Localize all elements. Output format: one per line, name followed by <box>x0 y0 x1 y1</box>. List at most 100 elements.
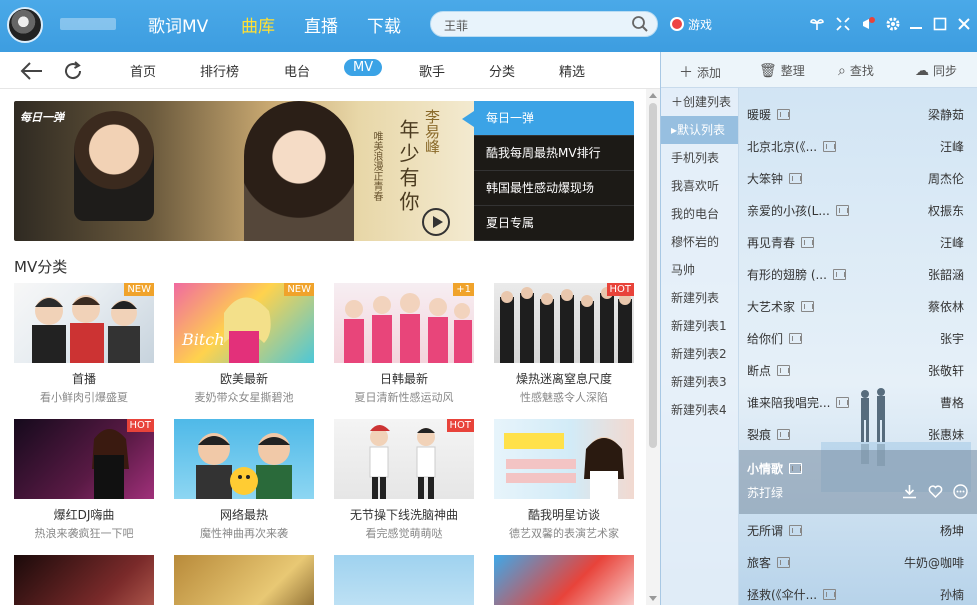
song-row[interactable]: 旅客 牛奶@咖啡 <box>739 546 977 578</box>
mv-card-title[interactable]: 网络最热 <box>174 506 314 523</box>
mv-card-title[interactable]: 燥热迷离窒息尺度 <box>494 370 634 387</box>
skin-icon[interactable] <box>808 15 826 33</box>
playlist-item-default[interactable]: ▸默认列表 <box>661 116 738 144</box>
mv-icon[interactable] <box>777 429 791 440</box>
playlist-item-custom[interactable]: 穆怀岩的 <box>661 228 738 256</box>
playlist-item-custom[interactable]: 新建列表2 <box>661 340 738 368</box>
banner-item-summer[interactable]: 夏日专属 <box>474 206 634 241</box>
mv-card[interactable] <box>334 555 474 605</box>
banner-play-icon[interactable] <box>422 208 450 236</box>
download-icon[interactable] <box>902 485 917 503</box>
mv-card-title[interactable]: 爆红DJ嗨曲 <box>14 506 154 523</box>
mv-thumbnail[interactable] <box>174 419 314 499</box>
mv-icon[interactable] <box>832 269 846 280</box>
banner-image[interactable]: 每日一弹 唯美浪漫正青春 年少有你 李易峰 <box>14 101 474 241</box>
scroll-up-icon[interactable] <box>649 93 657 98</box>
mv-card[interactable]: +1 日韩最新 夏日清新性感运动风 <box>334 283 474 405</box>
settings-gear-icon[interactable] <box>884 15 902 33</box>
playlist-item-custom[interactable]: 马帅 <box>661 256 738 284</box>
search-icon[interactable] <box>631 15 649 36</box>
mv-icon[interactable] <box>777 109 791 120</box>
mv-thumbnail[interactable] <box>334 555 474 605</box>
playlist-item-custom[interactable]: 新建列表1 <box>661 312 738 340</box>
song-row[interactable]: 断点 张敬轩 <box>739 354 977 386</box>
banner-item-daily[interactable]: 每日一弹 <box>462 101 634 136</box>
scroll-down-icon[interactable] <box>649 596 657 601</box>
banner-item-korea[interactable]: 韩国最性感动爆现场 <box>474 171 634 206</box>
mv-icon[interactable] <box>777 365 791 376</box>
mv-card-title[interactable]: 日韩最新 <box>334 370 474 387</box>
mv-thumbnail[interactable]: +1 <box>334 283 474 363</box>
mv-icon[interactable] <box>823 141 837 152</box>
content-scrollbar[interactable] <box>646 89 660 605</box>
mv-card[interactable]: 酷我明星访谈 德艺双馨的表演艺术家 <box>494 419 634 541</box>
tab-home[interactable]: 首页 <box>130 61 156 80</box>
mv-icon[interactable] <box>801 301 815 312</box>
mv-thumbnail[interactable] <box>174 555 314 605</box>
tab-radio[interactable]: 电台 <box>284 61 310 80</box>
mv-thumbnail[interactable]: NEW <box>14 283 154 363</box>
playlist-item-phone[interactable]: 手机列表 <box>661 144 738 172</box>
mv-icon[interactable] <box>801 237 815 248</box>
mini-mode-icon[interactable] <box>834 15 852 33</box>
mv-card-title[interactable]: 欧美最新 <box>174 370 314 387</box>
song-row[interactable]: 暖暖 梁静茹 <box>739 98 977 130</box>
add-button[interactable]: ＋ 添加 <box>679 62 721 82</box>
more-icon[interactable] <box>953 484 968 503</box>
nav-download[interactable]: 下载 <box>367 12 401 37</box>
close-icon[interactable] <box>955 15 973 33</box>
game-button[interactable]: 游戏 <box>670 16 712 33</box>
mv-card-title[interactable]: 首播 <box>14 370 154 387</box>
tab-charts[interactable]: 排行榜 <box>200 61 239 80</box>
mv-icon[interactable] <box>777 557 791 568</box>
song-row[interactable]: 给你们 张宇 <box>739 322 977 354</box>
playlist-item-custom[interactable]: 新建列表4 <box>661 396 738 424</box>
song-row[interactable]: 有形的翅膀 (... 张韶涵 <box>739 258 977 290</box>
refresh-icon[interactable] <box>61 59 85 83</box>
featured-banner[interactable]: 每日一弹 唯美浪漫正青春 年少有你 李易峰 每日一弹 酷我每周最热MV排行 韩国… <box>14 101 634 241</box>
mv-icon[interactable] <box>789 525 803 536</box>
song-row[interactable]: 大笨钟 周杰伦 <box>739 162 977 194</box>
scroll-thumb[interactable] <box>649 103 657 448</box>
song-row[interactable]: 大艺术家 蔡依林 <box>739 290 977 322</box>
mv-icon[interactable] <box>836 397 850 408</box>
tab-mv[interactable]: MV <box>344 59 383 76</box>
maximize-icon[interactable] <box>931 15 949 33</box>
back-arrow-icon[interactable] <box>18 59 42 83</box>
avatar[interactable] <box>7 7 43 43</box>
mv-card[interactable]: 网络最热 魔性神曲再次来袭 <box>174 419 314 541</box>
tab-featured[interactable]: 精选 <box>559 61 585 80</box>
mv-thumbnail[interactable]: HOT <box>494 283 634 363</box>
mv-thumbnail[interactable]: HOT <box>334 419 474 499</box>
song-row[interactable]: 拯救(《伞什... 孙楠 <box>739 578 977 605</box>
song-row[interactable]: 亲爱的小孩(L... 权振东 <box>739 194 977 226</box>
mv-thumbnail[interactable] <box>494 419 634 499</box>
mv-icon[interactable] <box>823 589 837 600</box>
song-row[interactable]: 裂痕 张惠妹 <box>739 418 977 450</box>
message-icon[interactable] <box>859 15 877 33</box>
heart-icon[interactable] <box>928 485 943 503</box>
organize-button[interactable]: 🗑 整理 <box>759 62 805 79</box>
mv-card[interactable] <box>494 555 634 605</box>
mv-card[interactable]: Bitch NEW 欧美最新 麦奶带众女星撕碧池 <box>174 283 314 405</box>
mv-card[interactable]: HOT 燥热迷离窒息尺度 性感魅惑令人深陷 <box>494 283 634 405</box>
song-row[interactable]: 谁来陪我唱完... 曹格 <box>739 386 977 418</box>
playlist-item-create[interactable]: ＋创建列表 <box>661 88 738 116</box>
tab-categories[interactable]: 分类 <box>489 61 515 80</box>
mv-card[interactable]: HOT 爆红DJ嗨曲 热浪来袭疯狂一下吧 <box>14 419 154 541</box>
nav-library[interactable]: 曲库 <box>241 12 275 37</box>
mv-thumbnail[interactable] <box>494 555 634 605</box>
sync-button[interactable]: ☁ 同步 <box>915 62 957 79</box>
mv-icon[interactable] <box>789 463 803 474</box>
nav-live[interactable]: 直播 <box>304 12 338 37</box>
mv-card[interactable] <box>174 555 314 605</box>
playlist-item-custom[interactable]: 新建列表3 <box>661 368 738 396</box>
playlist-item-my-radio[interactable]: 我的电台 <box>661 200 738 228</box>
find-button[interactable]: ⌕ 查找 <box>838 62 874 79</box>
song-row[interactable]: 北京北京(《... 汪峰 <box>739 130 977 162</box>
mv-thumbnail[interactable]: HOT <box>14 419 154 499</box>
search-input[interactable]: 王菲 <box>430 11 658 37</box>
song-row[interactable]: 无所谓 杨坤 <box>739 514 977 546</box>
mv-thumbnail[interactable]: Bitch NEW <box>174 283 314 363</box>
tab-singers[interactable]: 歌手 <box>419 61 445 80</box>
